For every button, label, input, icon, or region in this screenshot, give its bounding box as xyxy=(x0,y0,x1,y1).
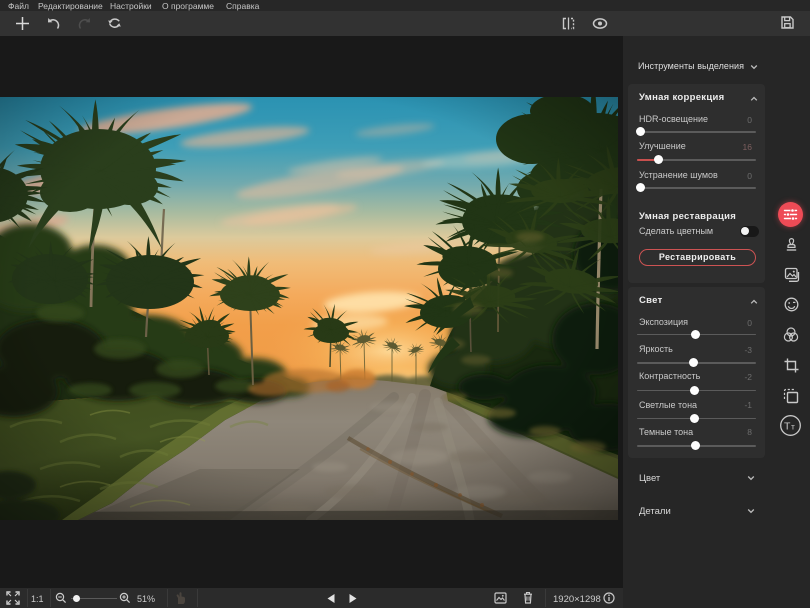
svg-text:T: T xyxy=(784,421,791,433)
svg-text:т: т xyxy=(791,422,795,432)
